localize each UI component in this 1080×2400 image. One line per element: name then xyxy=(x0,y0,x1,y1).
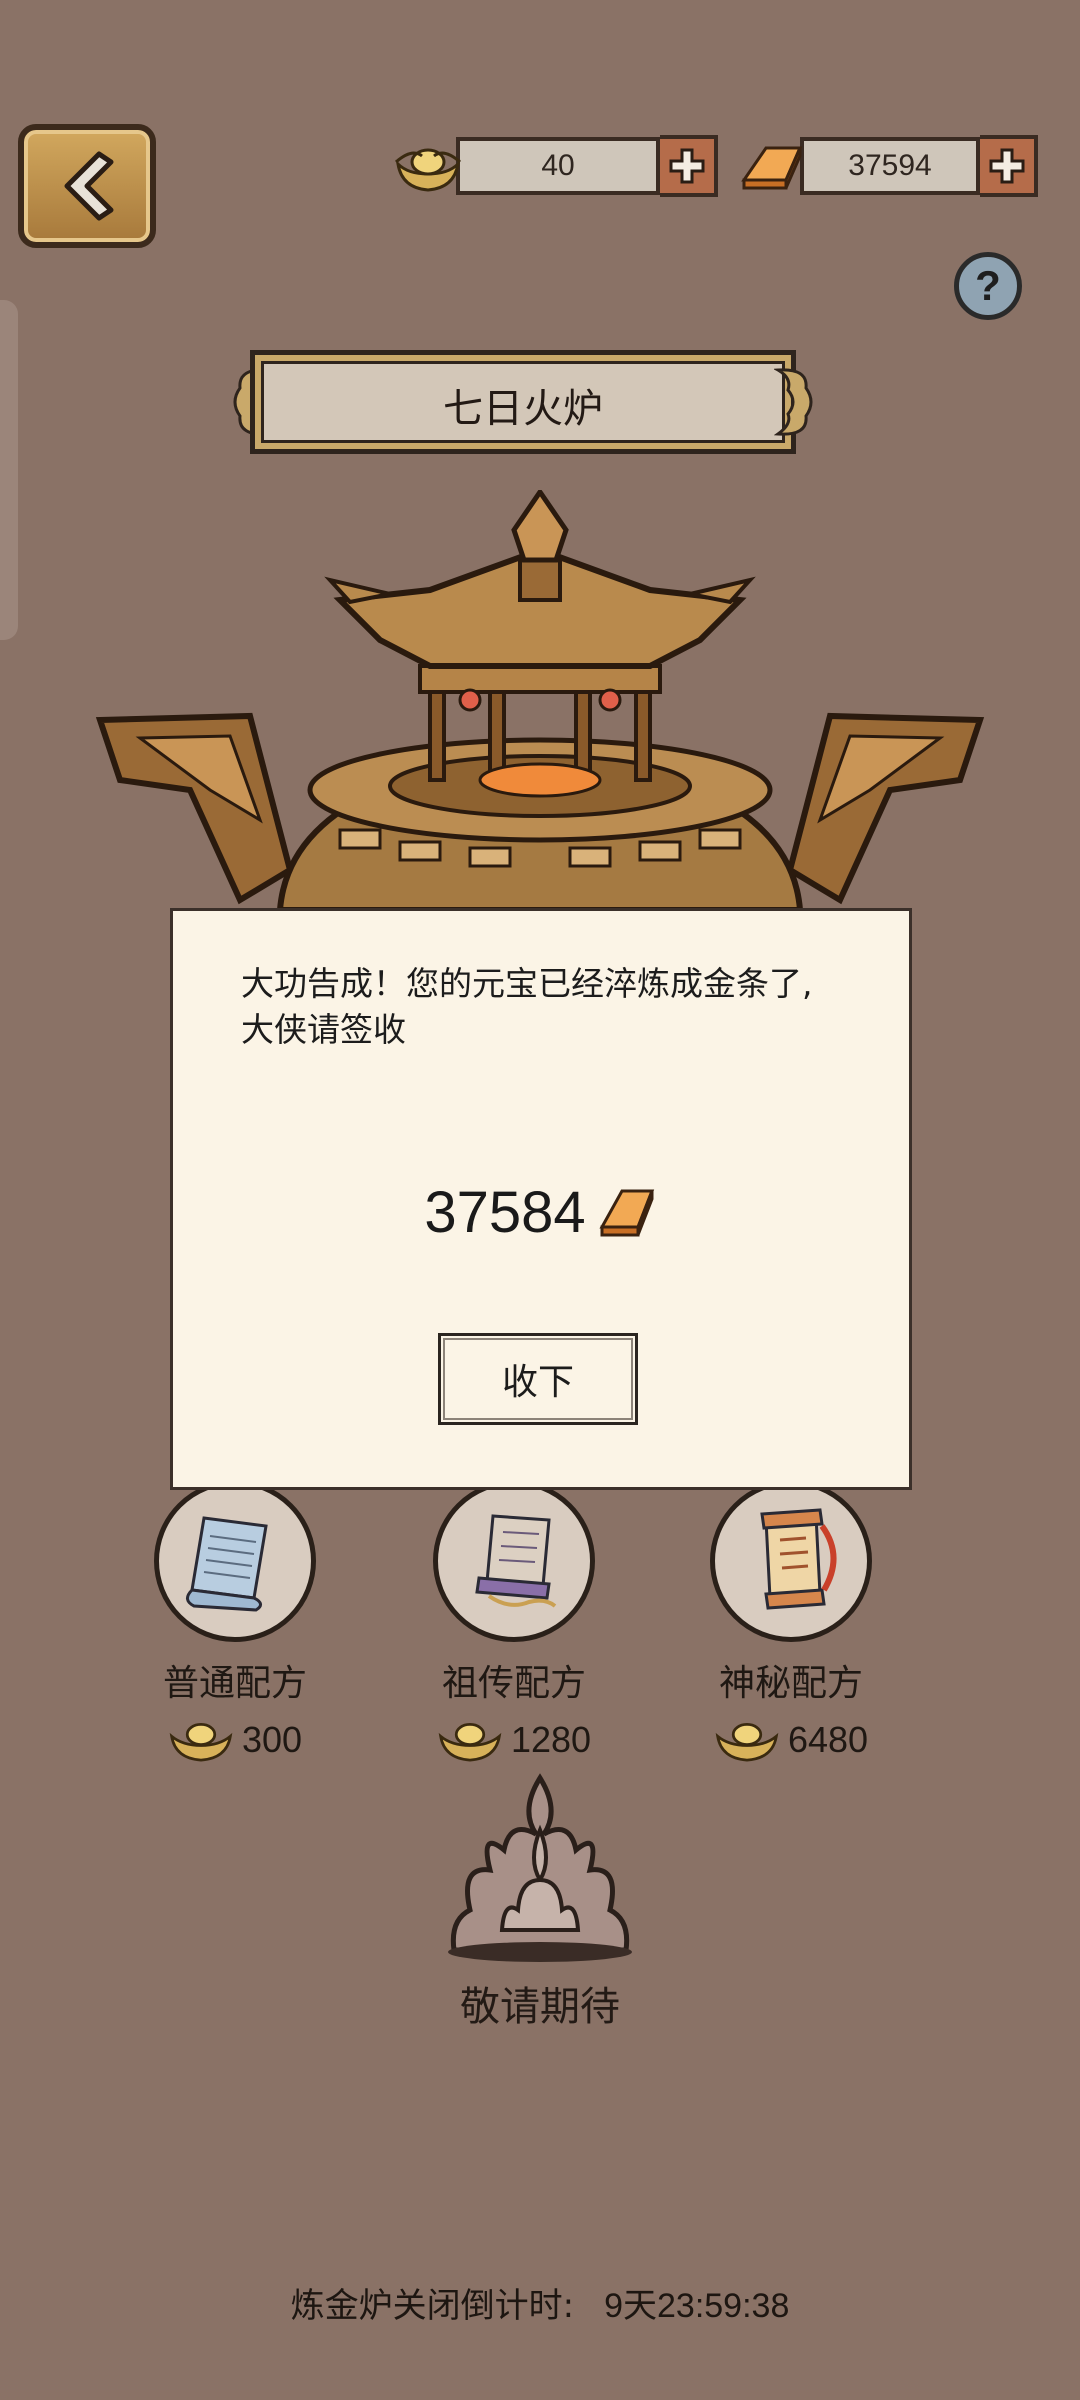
recipe-price-value: 300 xyxy=(241,1719,303,1760)
purple-scroll-icon xyxy=(475,1514,557,1608)
ingot-currency: 40 xyxy=(392,135,718,197)
gold-ingot-icon xyxy=(715,1723,779,1762)
coming-soon-label: 敬请期待 xyxy=(460,1984,620,2030)
reward-message: 大功告成！您的元宝已经淬炼成金条了,大侠请签收 xyxy=(241,964,813,1049)
recipe-option-mysterious[interactable]: 神秘配方 6480 xyxy=(681,1480,901,1764)
recipe-circle xyxy=(710,1480,872,1642)
recipe-option-ancestral[interactable]: 祖传配方 1280 xyxy=(404,1480,624,1764)
countdown-value: 9天23:59:38 xyxy=(604,2287,790,2325)
gold-bar-icon xyxy=(741,146,803,190)
gold-bar-icon xyxy=(599,1189,654,1236)
chevron-left-icon xyxy=(64,151,114,221)
recipe-name: 祖传配方 xyxy=(441,1663,586,1704)
gold-ingot-icon xyxy=(438,1723,502,1762)
red-scroll-icon xyxy=(760,1508,837,1610)
recipe-price-value: 1280 xyxy=(510,1719,592,1760)
furnace-countdown: 炼金炉关闭倒计时: 9天23:59:38 xyxy=(0,2278,1080,2327)
add-gold-bar-button[interactable] xyxy=(980,135,1038,197)
reward-amount: 37584 xyxy=(173,1179,909,1246)
plus-icon xyxy=(669,148,705,184)
recipe-price: 300 xyxy=(125,1716,345,1764)
gold-bar-count: 37594 xyxy=(800,137,980,195)
reward-amount-value: 37584 xyxy=(424,1180,586,1245)
add-ingot-button[interactable] xyxy=(660,135,718,197)
gold-bar-currency: 37594 xyxy=(736,135,1038,197)
gold-ingot-icon xyxy=(169,1723,233,1762)
recipe-name: 普通配方 xyxy=(162,1663,307,1704)
countdown-label: 炼金炉关闭倒计时: xyxy=(290,2286,575,2326)
blue-scroll-icon xyxy=(186,1516,268,1612)
help-button[interactable]: ? xyxy=(954,252,1022,320)
recipe-price: 1280 xyxy=(404,1716,624,1764)
back-button[interactable] xyxy=(18,124,156,248)
title-plaque: 七日火炉 xyxy=(228,350,818,454)
page-title: 七日火炉 xyxy=(443,386,603,432)
fire-icon xyxy=(448,1773,632,1962)
recipe-price: 6480 xyxy=(681,1716,901,1764)
recipe-option-common[interactable]: 普通配方 300 xyxy=(125,1480,345,1764)
edge-gesture-handle[interactable] xyxy=(0,300,18,640)
coming-soon: 敬请期待 xyxy=(430,1770,650,2032)
ingot-count: 40 xyxy=(456,137,660,195)
plus-icon xyxy=(989,148,1025,184)
recipe-circle xyxy=(154,1480,316,1642)
collect-button[interactable]: 收下 xyxy=(438,1333,638,1425)
recipe-name: 神秘配方 xyxy=(718,1663,863,1704)
reward-dialog: 大功告成！您的元宝已经淬炼成金条了,大侠请签收 37584 收下 xyxy=(170,908,912,1490)
recipe-price-value: 6480 xyxy=(787,1719,869,1760)
recipe-circle xyxy=(433,1480,595,1642)
gold-ingot-icon xyxy=(395,148,461,192)
